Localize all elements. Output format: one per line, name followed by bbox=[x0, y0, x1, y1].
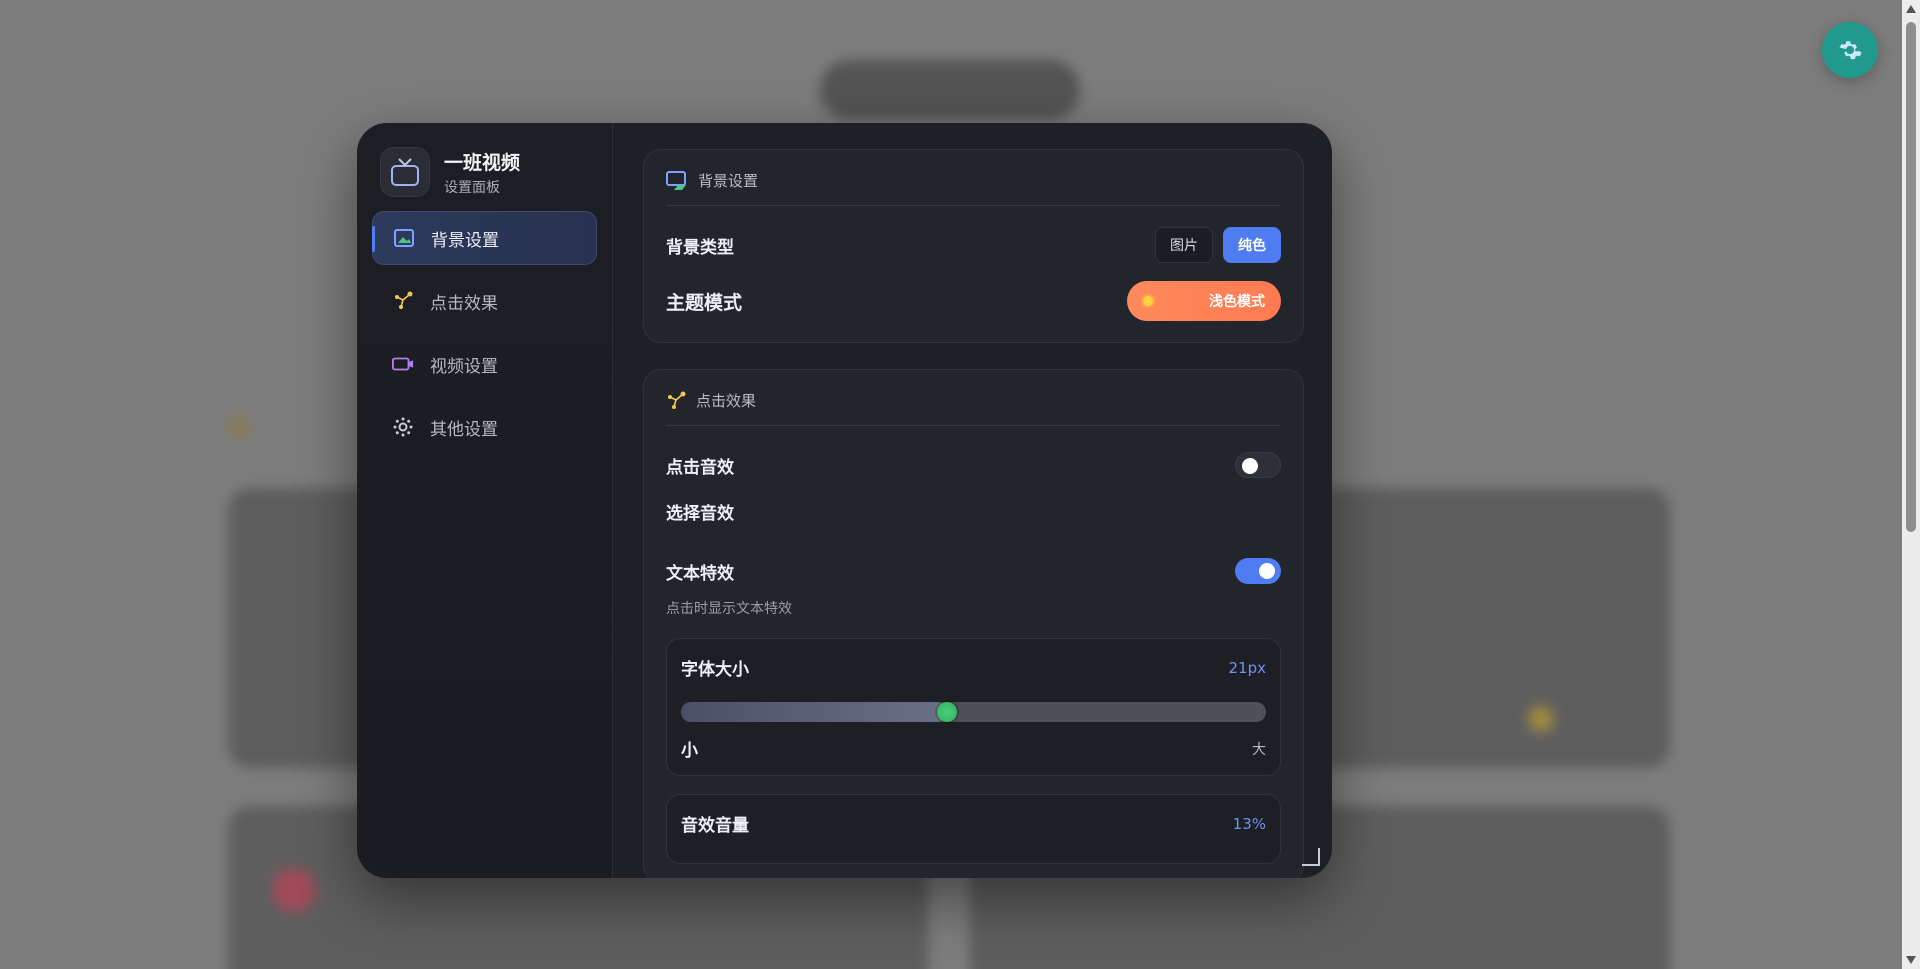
settings-content: 背景设置 背景类型 图片 纯色 主题模式 浅色模式 点击效果 点击音效 选择音效… bbox=[613, 123, 1332, 878]
gear-icon bbox=[392, 416, 414, 438]
background-dot bbox=[1528, 706, 1554, 732]
click-effect-card: 点击效果 点击音效 选择音效 文本特效 点击时显示文本特效 字体大小 21px bbox=[643, 369, 1304, 878]
page-scrollbar[interactable] bbox=[1902, 0, 1920, 969]
brand-subtitle: 设置面板 bbox=[444, 179, 500, 196]
sidebar-item-click-effect[interactable]: 点击效果 bbox=[372, 274, 597, 328]
background-title-blur bbox=[820, 60, 1080, 120]
sidebar-item-label: 其他设置 bbox=[430, 419, 498, 440]
brand-name: 一班视频 bbox=[444, 151, 521, 174]
sun-icon bbox=[1143, 296, 1153, 306]
image-icon bbox=[393, 227, 415, 249]
text-effect-row: 文本特效 bbox=[666, 548, 1281, 594]
click-sound-row: 点击音效 bbox=[666, 442, 1281, 488]
brand: 一班视频 设置面板 bbox=[372, 143, 597, 201]
text-effect-label: 文本特效 bbox=[666, 563, 734, 584]
scroll-up-arrow[interactable] bbox=[1906, 5, 1916, 13]
sidebar-item-label: 背景设置 bbox=[431, 230, 499, 251]
video-icon bbox=[392, 353, 414, 375]
card-header: 背景设置 bbox=[666, 170, 1281, 206]
settings-fab-button[interactable] bbox=[1822, 22, 1878, 78]
background-dot bbox=[272, 868, 316, 912]
sidebar-item-label: 点击效果 bbox=[430, 293, 498, 314]
scroll-down-arrow[interactable] bbox=[1906, 956, 1916, 964]
sidebar-item-other[interactable]: 其他设置 bbox=[372, 400, 597, 454]
click-effect-icon bbox=[668, 391, 686, 409]
choose-sound-row: 选择音效 bbox=[666, 488, 1281, 534]
settings-modal: 一班视频 设置面板 背景设置 点击效果 视频设置 其他设置 背景设置 背景类型 … bbox=[357, 123, 1332, 878]
monitor-icon bbox=[666, 170, 686, 190]
volume-value: 13% bbox=[1232, 814, 1266, 833]
resize-handle[interactable] bbox=[1302, 848, 1320, 866]
card-title: 点击效果 bbox=[696, 392, 757, 410]
settings-sidebar: 一班视频 设置面板 背景设置 点击效果 视频设置 其他设置 bbox=[357, 123, 613, 878]
sidebar-item-video[interactable]: 视频设置 bbox=[372, 337, 597, 391]
tv-icon bbox=[380, 147, 430, 197]
gear-icon bbox=[1839, 41, 1862, 60]
volume-label: 音效音量 bbox=[681, 816, 749, 836]
background-type-solid-button[interactable]: 纯色 bbox=[1223, 227, 1281, 263]
click-effect-icon bbox=[392, 290, 414, 312]
background-dot bbox=[228, 416, 250, 438]
card-header: 点击效果 bbox=[666, 390, 1281, 426]
font-size-card: 字体大小 21px 小 大 bbox=[666, 638, 1281, 776]
font-size-slider[interactable] bbox=[681, 702, 1266, 722]
text-effect-toggle[interactable] bbox=[1235, 558, 1281, 584]
theme-mode-label: 主题模式 bbox=[666, 291, 743, 314]
font-size-value: 21px bbox=[1228, 658, 1267, 677]
background-type-row: 背景类型 图片 纯色 bbox=[666, 222, 1281, 268]
sidebar-item-background[interactable]: 背景设置 bbox=[372, 211, 597, 265]
scrollbar-thumb[interactable] bbox=[1906, 22, 1916, 532]
volume-card: 音效音量 13% bbox=[666, 794, 1281, 864]
font-size-label: 字体大小 bbox=[681, 660, 749, 680]
background-type-image-button[interactable]: 图片 bbox=[1155, 227, 1213, 263]
background-type-label: 背景类型 bbox=[666, 237, 734, 258]
click-sound-label: 点击音效 bbox=[666, 457, 734, 478]
background-settings-card: 背景设置 背景类型 图片 纯色 主题模式 浅色模式 bbox=[643, 149, 1304, 343]
slider-min-label: 小 bbox=[681, 741, 698, 761]
theme-mode-value: 浅色模式 bbox=[1209, 294, 1265, 310]
background-type-selector: 图片 纯色 bbox=[1155, 227, 1281, 263]
sidebar-item-label: 视频设置 bbox=[430, 356, 498, 377]
click-sound-toggle[interactable] bbox=[1235, 452, 1281, 478]
toggle-knob bbox=[1259, 563, 1275, 579]
theme-mode-row: 主题模式 浅色模式 bbox=[666, 278, 1281, 324]
text-effect-description: 点击时显示文本特效 bbox=[666, 601, 792, 617]
toggle-knob bbox=[1242, 458, 1258, 474]
slider-max-label: 大 bbox=[1252, 741, 1266, 758]
choose-sound-label[interactable]: 选择音效 bbox=[666, 499, 734, 524]
card-title: 背景设置 bbox=[698, 172, 759, 190]
theme-mode-toggle[interactable]: 浅色模式 bbox=[1127, 281, 1281, 321]
slider-fill bbox=[681, 702, 948, 722]
